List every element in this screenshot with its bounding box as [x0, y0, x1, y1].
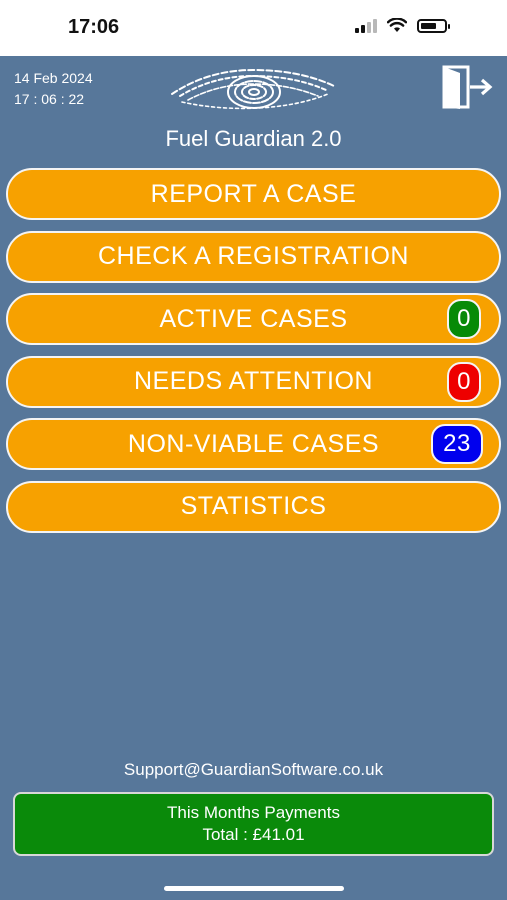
monthly-payments-panel: This Months Payments Total : £41.01	[13, 792, 494, 856]
statistics-button[interactable]: STATISTICS	[6, 480, 501, 533]
current-date: 14 Feb 2024	[14, 70, 93, 86]
statistics-label: STATISTICS	[180, 492, 327, 521]
battery-level	[421, 22, 436, 29]
home-indicator[interactable]	[164, 886, 344, 891]
payments-total: Total : £41.01	[202, 825, 305, 844]
active-cases-count-badge: 0	[447, 299, 481, 340]
wifi-icon	[387, 18, 407, 32]
report-case-button[interactable]: REPORT A CASE	[6, 168, 501, 220]
eye-fingerprint-logo	[171, 68, 335, 110]
main-menu: REPORT A CASE CHECK A REGISTRATION ACTIV…	[6, 168, 501, 544]
needs-attention-count-badge: 0	[447, 361, 481, 402]
app-title: Fuel Guardian 2.0	[165, 126, 342, 151]
support-email-link[interactable]: Support@GuardianSoftware.co.uk	[0, 760, 507, 780]
needs-attention-button[interactable]: NEEDS ATTENTION 0	[6, 355, 501, 408]
status-time: 17:06	[68, 16, 120, 38]
current-time: 17 : 06 : 22	[14, 91, 85, 107]
non-viable-cases-count-badge: 23	[431, 424, 483, 465]
battery-icon	[417, 18, 450, 33]
check-registration-label: CHECK A REGISTRATION	[98, 242, 409, 271]
logout-icon	[442, 65, 493, 109]
logout-button[interactable]	[440, 64, 496, 110]
report-case-label: REPORT A CASE	[150, 179, 357, 208]
status-icons	[355, 18, 450, 33]
non-viable-cases-button[interactable]: NON-VIABLE CASES 23	[6, 418, 501, 471]
non-viable-cases-label: NON-VIABLE CASES	[127, 429, 380, 458]
check-registration-button[interactable]: CHECK A REGISTRATION	[6, 230, 501, 283]
active-cases-label: ACTIVE CASES	[159, 304, 348, 333]
datetime: 14 Feb 2024 17 : 06 : 22	[14, 68, 93, 110]
needs-attention-label: NEEDS ATTENTION	[133, 367, 373, 396]
payments-title: This Months Payments	[167, 803, 340, 822]
cellular-signal-icon	[355, 18, 377, 33]
status-bar: 17:06	[0, 0, 507, 56]
active-cases-button[interactable]: ACTIVE CASES 0	[6, 293, 501, 346]
